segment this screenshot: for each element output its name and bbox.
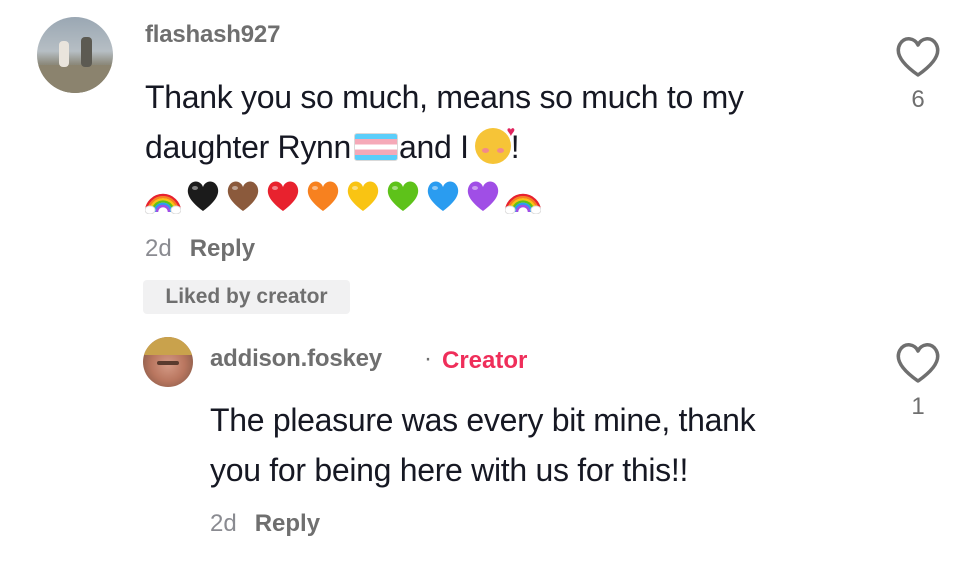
comment-meta: 2d Reply bbox=[210, 510, 320, 538]
avatar-eyes bbox=[157, 361, 179, 365]
like-count: 1 bbox=[911, 393, 925, 420]
avatar-flashash927[interactable] bbox=[37, 17, 113, 93]
comment-text-segment: daughter Rynn bbox=[145, 129, 352, 165]
comment-text-line: daughter Rynn and I ♥! bbox=[145, 122, 885, 172]
green-heart-emoji bbox=[385, 178, 421, 214]
transgender-flag-emoji bbox=[354, 133, 399, 161]
avatar-beach-sand bbox=[37, 65, 113, 93]
comment-text-line: The pleasure was every bit mine, thank bbox=[210, 402, 756, 438]
comment-age: 2d bbox=[210, 510, 237, 537]
avatar-figure bbox=[59, 41, 69, 67]
comment-username[interactable]: flashash927 bbox=[145, 21, 280, 49]
reply-button[interactable]: Reply bbox=[190, 235, 255, 262]
avatar-figure bbox=[81, 37, 92, 67]
purple-heart-emoji bbox=[465, 178, 501, 214]
comment-text-segment: and I bbox=[399, 129, 469, 165]
like-count: 6 bbox=[911, 86, 925, 113]
like-heart-icon[interactable] bbox=[894, 341, 942, 385]
emoji-row bbox=[144, 178, 545, 216]
reply-button[interactable]: Reply bbox=[255, 510, 320, 537]
comment-text: The pleasure was every bit mine, thank y… bbox=[210, 395, 890, 495]
avatar-hair bbox=[143, 337, 193, 355]
like-heart-icon[interactable] bbox=[894, 35, 942, 79]
smiling-face-with-hearts-emoji: ♥ bbox=[474, 124, 515, 164]
black-heart-emoji bbox=[185, 178, 221, 214]
separator-dot: · bbox=[424, 345, 432, 372]
comment-meta: 2d Reply bbox=[145, 235, 255, 263]
orange-heart-emoji bbox=[305, 178, 341, 214]
comment-text-line: Thank you so much, means so much to my bbox=[145, 79, 744, 115]
comment-text-line: you for being here with us for this!! bbox=[210, 452, 689, 488]
blue-heart-emoji bbox=[425, 178, 461, 214]
comment-text: Thank you so much, means so much to my d… bbox=[145, 72, 885, 172]
avatar-addison-foskey[interactable] bbox=[143, 337, 193, 387]
yellow-heart-emoji bbox=[345, 178, 381, 214]
red-heart-emoji bbox=[265, 178, 301, 214]
brown-heart-emoji bbox=[225, 178, 261, 214]
rainbow-emoji bbox=[504, 178, 542, 215]
creator-tag: Creator bbox=[442, 347, 528, 374]
liked-by-creator-badge: Liked by creator bbox=[143, 280, 350, 314]
rainbow-emoji bbox=[144, 178, 182, 215]
comment-username[interactable]: addison.foskey bbox=[210, 345, 382, 373]
comment-age: 2d bbox=[145, 235, 172, 262]
